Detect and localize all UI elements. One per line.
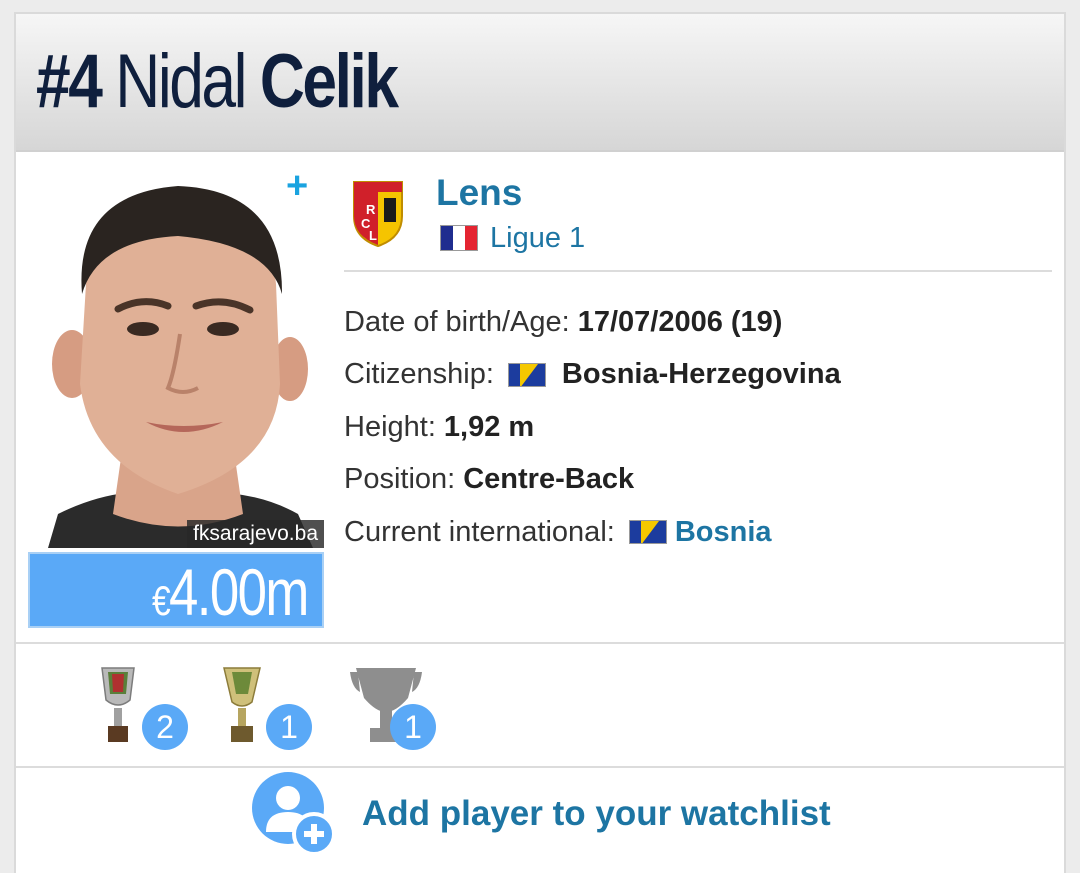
player-header: #4 Nidal Celik (16, 14, 1064, 152)
trophy-item[interactable]: 1 (222, 664, 312, 751)
fact-current-international: Current international: Bosnia (344, 506, 841, 559)
fact-value: Bosnia-Herzegovina (561, 358, 841, 391)
player-facts: Date of birth/Age: 17/07/2006 (19) Citiz… (344, 296, 841, 559)
fact-label: Date of birth/Age: (344, 305, 570, 338)
fact-label: Current international: (344, 515, 615, 548)
divider (344, 270, 1052, 272)
divider (16, 766, 1064, 768)
svg-text:L: L (369, 228, 377, 243)
league[interactable]: Ligue 1 (440, 220, 585, 256)
watchlist-label: Add player to your watchlist (362, 794, 831, 833)
plus-icon[interactable]: + (286, 166, 308, 206)
trophy-item[interactable]: 2 (98, 664, 188, 751)
fact-height: Height: 1,92 m (344, 401, 841, 454)
trophy-item[interactable]: 1 (350, 664, 436, 751)
page-title: #4 Nidal Celik (36, 39, 399, 124)
photo-credit: fksarajevo.ba (187, 520, 324, 548)
fact-label: Citizenship: (344, 358, 494, 391)
trophy-count-badge: 1 (266, 704, 312, 750)
fact-citizenship: Citizenship: Bosnia-Herzegovina (344, 349, 841, 402)
france-flag-icon (440, 225, 478, 251)
fact-label: Position: (344, 463, 456, 496)
add-to-watchlist-button[interactable]: Add player to your watchlist (252, 772, 831, 856)
add-user-icon (252, 772, 336, 856)
trophy-icon (223, 667, 261, 742)
club-name-link[interactable]: Lens (436, 172, 522, 214)
trophy-count-badge: 1 (390, 704, 436, 750)
currency-symbol: € (152, 577, 171, 624)
last-name: Celik (259, 39, 399, 124)
trophy-icon (101, 667, 135, 742)
club-logo-icon[interactable]: R C L (352, 178, 404, 248)
trophy-count-badge: 2 (142, 704, 188, 750)
divider (16, 642, 1064, 644)
fact-label: Height: (344, 410, 436, 443)
fact-position: Position: Centre-Back (344, 454, 841, 507)
national-team-link[interactable]: Bosnia (675, 516, 772, 549)
fact-value: 1,92 m (443, 410, 535, 443)
fact-value: 17/07/2006 (19) (577, 305, 783, 338)
svg-text:R: R (366, 202, 376, 217)
first-name: Nidal (115, 39, 247, 124)
bosnia-flag-icon (628, 520, 667, 545)
fact-value: Centre-Back (463, 463, 635, 496)
league-name-link[interactable]: Ligue 1 (490, 222, 585, 255)
market-value-amount: €4.00m (152, 555, 309, 635)
player-photo[interactable]: fksarajevo.ba (28, 164, 324, 548)
fact-date-of-birth: Date of birth/Age: 17/07/2006 (19) (344, 296, 841, 349)
market-value[interactable]: €4.00m (28, 552, 324, 628)
market-value-number: 4.00m (169, 555, 309, 629)
player-card: #4 Nidal Celik fksarajevo.ba + €4.00m R … (14, 12, 1066, 873)
bosnia-flag-icon (507, 362, 546, 387)
shirt-number: #4 (36, 39, 103, 124)
